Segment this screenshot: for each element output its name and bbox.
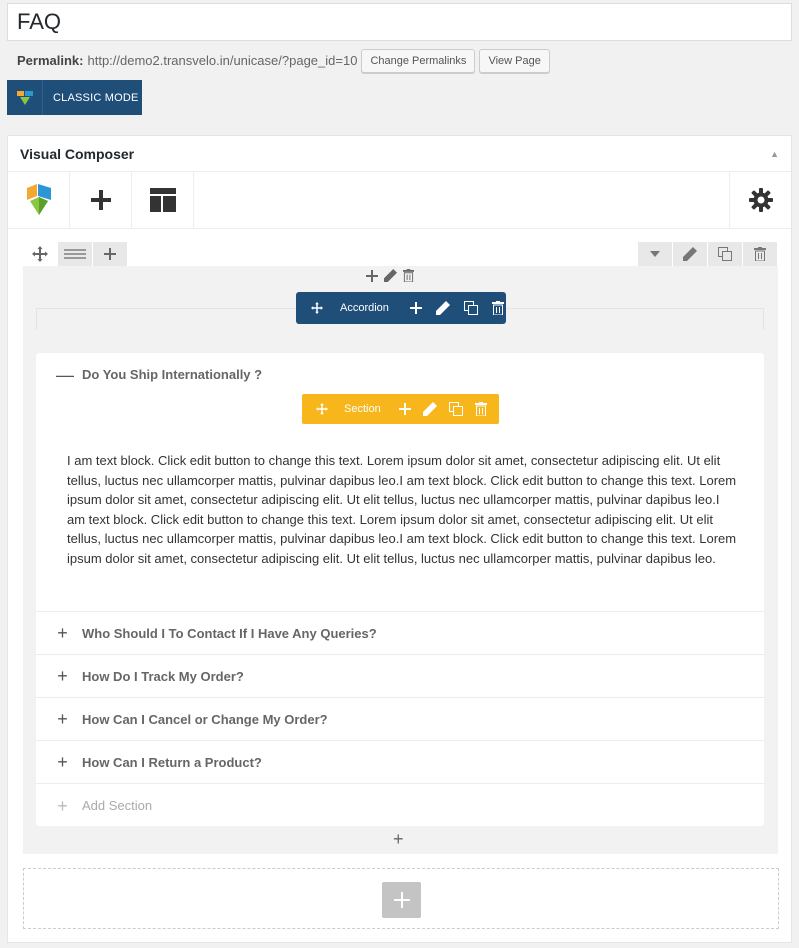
- collapse-caret-icon[interactable]: ▲: [770, 136, 779, 172]
- row-body: Accordion — Do You Ship Internationally …: [23, 266, 778, 854]
- vc-panel-title: Visual Composer: [20, 146, 135, 162]
- move-accordion-icon[interactable]: [311, 302, 323, 314]
- new-row-dropzone: [23, 868, 779, 929]
- section-title: Do You Ship Internationally ?: [82, 367, 263, 382]
- text-block[interactable]: I am text block. Click edit button to ch…: [67, 451, 737, 568]
- row-delete-icon[interactable]: [743, 242, 777, 266]
- add-section-button[interactable]: + Add Section: [36, 784, 764, 827]
- column-edit-icon[interactable]: [384, 269, 397, 287]
- expand-plus-icon[interactable]: +: [56, 710, 69, 728]
- add-element-icon[interactable]: [366, 269, 378, 287]
- settings-gear-icon[interactable]: [729, 172, 791, 228]
- permalink-row: Permalink: http://demo2.transvelo.in/uni…: [17, 49, 550, 73]
- add-section-label: Add Section: [82, 798, 153, 813]
- section-edit-icon[interactable]: [422, 402, 437, 416]
- accordion-controls: Accordion: [296, 292, 506, 324]
- change-permalinks-button[interactable]: Change Permalinks: [361, 49, 476, 73]
- add-element-icon[interactable]: [398, 403, 411, 415]
- row-toggle-icon[interactable]: [638, 242, 672, 266]
- expand-plus-icon[interactable]: +: [56, 753, 69, 771]
- add-element-icon[interactable]: [70, 172, 132, 228]
- section-header[interactable]: + How Do I Track My Order?: [36, 655, 764, 698]
- row-edit-icon[interactable]: [673, 242, 707, 266]
- section-title: How Can I Cancel or Change My Order?: [82, 711, 328, 727]
- row-clone-icon[interactable]: [708, 242, 742, 266]
- collapse-minus-icon[interactable]: —: [56, 366, 74, 384]
- permalink-url[interactable]: http://demo2.transvelo.in/unicase/?page_…: [87, 49, 357, 73]
- visual-composer-panel: Visual Composer ▲ Accordion — Do You Shi…: [7, 135, 792, 943]
- move-row-icon[interactable]: [23, 242, 57, 266]
- add-section-icon[interactable]: [409, 302, 422, 314]
- vc-logo-icon[interactable]: [8, 172, 70, 228]
- accordion-edit-icon[interactable]: [435, 301, 450, 315]
- expand-plus-icon[interactable]: +: [56, 667, 69, 685]
- move-section-icon[interactable]: [316, 403, 328, 415]
- row-layout-icon[interactable]: [58, 242, 92, 266]
- row-controls: [23, 242, 778, 266]
- section-title: Who Should I To Contact If I Have Any Qu…: [82, 625, 377, 641]
- expand-plus-icon[interactable]: +: [56, 624, 69, 642]
- add-plus-icon: +: [57, 795, 68, 816]
- vc-toolbar: [8, 172, 791, 229]
- accordion-section-open: — Do You Ship Internationally ? Section …: [36, 353, 764, 612]
- section-clone-icon[interactable]: [448, 402, 463, 416]
- add-element-bottom-icon[interactable]: +: [393, 829, 404, 850]
- post-title-input[interactable]: FAQ: [7, 3, 792, 41]
- accordion-label: Accordion: [340, 302, 389, 314]
- section-header[interactable]: + Who Should I To Contact If I Have Any …: [36, 612, 764, 655]
- accordion-panel: — Do You Ship Internationally ? Section …: [36, 353, 764, 826]
- vc-panel-header[interactable]: Visual Composer ▲: [8, 136, 791, 172]
- column-delete-icon[interactable]: [403, 269, 414, 287]
- classic-mode-label: CLASSIC MODE: [53, 91, 139, 104]
- classic-mode-button[interactable]: CLASSIC MODE: [7, 80, 142, 115]
- section-label: Section: [344, 403, 381, 415]
- vc-logo-icon: [7, 80, 43, 115]
- accordion-delete-icon[interactable]: [491, 301, 504, 315]
- add-column-icon[interactable]: [93, 242, 127, 266]
- accordion-clone-icon[interactable]: [463, 301, 478, 315]
- templates-icon[interactable]: [132, 172, 194, 228]
- section-controls: Section: [302, 394, 499, 424]
- section-header[interactable]: + How Can I Cancel or Change My Order?: [36, 698, 764, 741]
- section-header[interactable]: + How Can I Return a Product?: [36, 741, 764, 784]
- section-delete-icon[interactable]: [474, 402, 487, 416]
- column-controls: [366, 269, 414, 287]
- section-header[interactable]: — Do You Ship Internationally ?: [36, 353, 764, 396]
- section-title: How Can I Return a Product?: [82, 754, 262, 770]
- view-page-button[interactable]: View Page: [479, 49, 550, 73]
- add-row-button[interactable]: [382, 882, 421, 918]
- permalink-label: Permalink:: [17, 53, 84, 68]
- section-title: How Do I Track My Order?: [82, 668, 244, 684]
